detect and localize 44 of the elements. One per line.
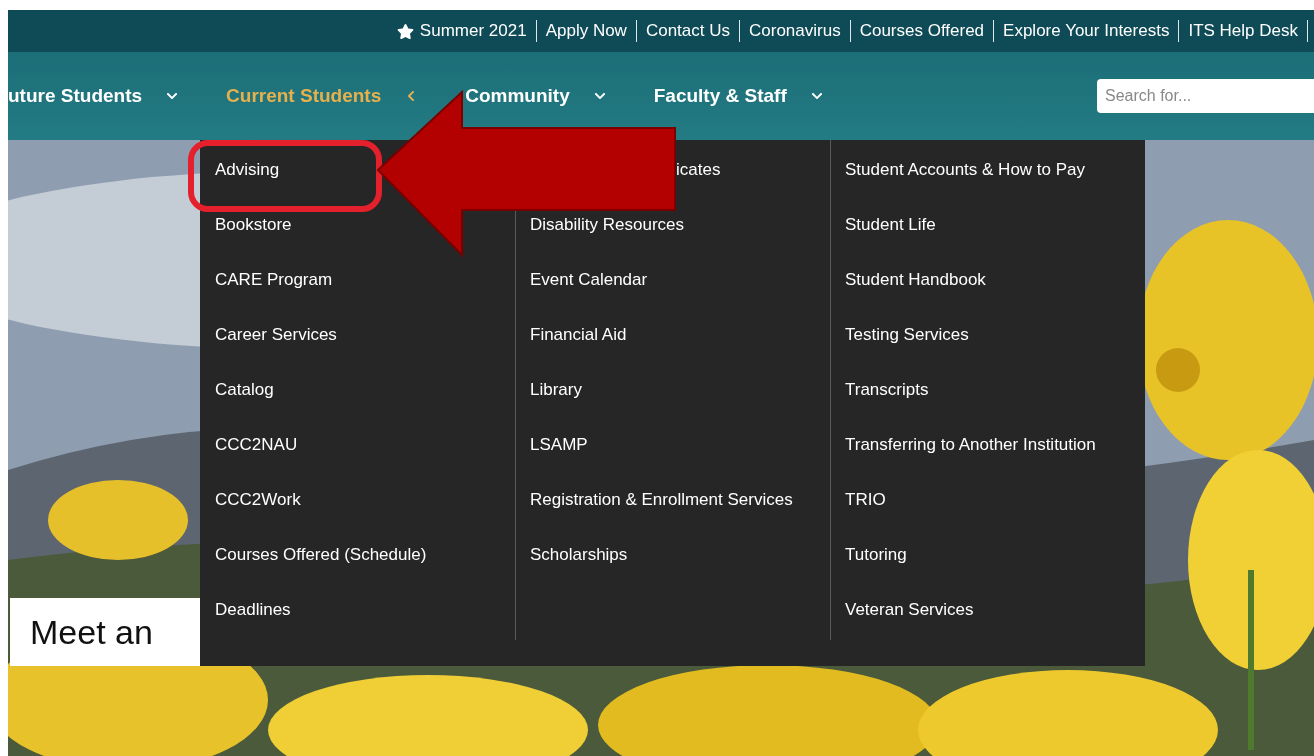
nav-label: uture Students <box>8 85 143 107</box>
menu-link[interactable]: Advising <box>215 157 280 182</box>
nav-item[interactable]: Community <box>465 85 606 107</box>
menu-link[interactable]: Catalog <box>215 377 274 402</box>
nav-label: Faculty & Staff <box>653 85 787 107</box>
top-link[interactable]: Apply Now <box>536 21 636 41</box>
menu-link[interactable]: Financial Aid <box>530 322 627 347</box>
menu-link[interactable]: Transcripts <box>845 377 929 402</box>
menu-link[interactable]: Testing Services <box>845 322 969 347</box>
search-field[interactable]: Search for... <box>1097 79 1314 113</box>
nav-item[interactable]: uture Students <box>8 85 179 107</box>
menu-link[interactable]: Career Services <box>215 322 337 347</box>
menu-link[interactable]: icates <box>676 157 721 182</box>
nav-item[interactable]: Faculty & Staff <box>653 85 823 107</box>
top-link[interactable]: Courses Offered <box>850 21 994 41</box>
chevron-down-icon <box>810 90 823 102</box>
menu-link[interactable]: Tutoring <box>845 542 907 567</box>
menu-link[interactable]: CCC2NAU <box>215 432 298 457</box>
menu-link[interactable]: Courses Offered (Schedule) <box>215 542 427 567</box>
menu-link[interactable]: Event Calendar <box>530 267 648 292</box>
chevron-down-icon <box>593 90 606 102</box>
nav-label: Community <box>465 85 570 107</box>
menu-link[interactable]: Disability Resources <box>530 212 684 237</box>
menu-link[interactable]: Library <box>530 377 582 402</box>
menu-link[interactable]: Deadlines <box>215 597 291 622</box>
menu-link[interactable]: Bookstore <box>215 212 292 237</box>
menu-link[interactable]: CCC2Work <box>215 487 301 512</box>
menu-link[interactable]: Transferring to Another Institution <box>845 432 1096 457</box>
menu-link[interactable]: Scholarships <box>530 542 628 567</box>
nav-label: Current Students <box>226 85 382 107</box>
menu-link[interactable]: LSAMP <box>530 432 588 457</box>
menu-link[interactable]: CARE Program <box>215 267 333 292</box>
menu-link[interactable]: Registration & Enrollment Services <box>530 487 793 512</box>
top-link[interactable]: Explore Your Interests <box>994 21 1179 41</box>
menu-link[interactable]: Veteran Services <box>845 597 974 622</box>
chevron-down-icon <box>166 90 179 102</box>
menu-link[interactable]: Student Handbook <box>845 267 986 292</box>
top-link[interactable]: Summer 2021 <box>387 21 536 41</box>
top-link[interactable]: Coronavirus <box>740 21 850 41</box>
menu-link[interactable]: Student Accounts & How to Pay <box>845 157 1086 182</box>
top-link[interactable]: Contact Us <box>636 21 739 41</box>
menu-link[interactable]: Student Life <box>845 212 936 237</box>
menu-link[interactable]: TRIO <box>845 487 886 512</box>
top-link[interactable]: ITS Help Desk <box>1179 21 1307 41</box>
